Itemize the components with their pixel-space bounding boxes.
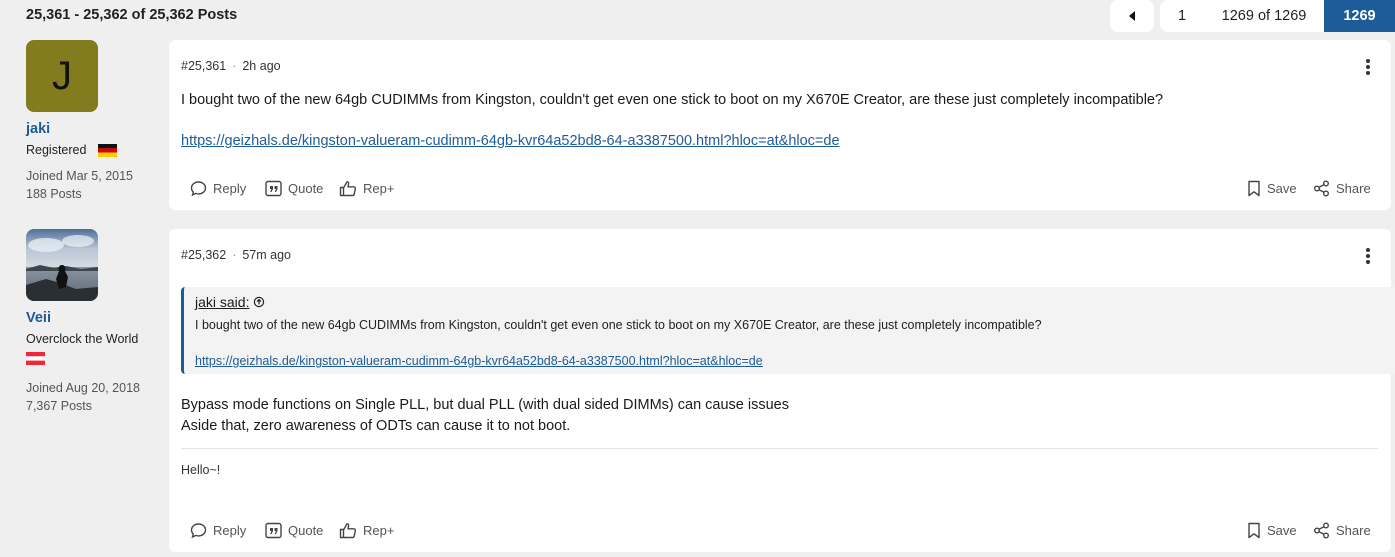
post-body: I bought two of the new 64gb CUDIMMs fro…: [181, 92, 1164, 108]
quote-author-link[interactable]: jaki said:: [195, 294, 265, 310]
avatar-letter: J: [52, 53, 72, 98]
quote-link[interactable]: https://geizhals.de/kingston-valueram-cu…: [195, 354, 763, 368]
thumbs-up-icon: [339, 181, 357, 197]
author-title-row: Registered: [26, 143, 133, 157]
bookmark-icon: [1248, 522, 1260, 539]
share-icon: [1314, 522, 1329, 539]
bookmark-icon: [1248, 180, 1260, 197]
author-joined: Joined Mar 5, 2015: [26, 169, 134, 183]
caret-left-icon: [1129, 11, 1135, 21]
save-button[interactable]: Save: [1247, 522, 1297, 539]
author-title: Registered: [26, 143, 87, 157]
share-icon: [1314, 180, 1329, 197]
post-card: #25,362 · 57m ago jaki said: I bought two …: [169, 229, 1395, 552]
reply-icon: [190, 523, 207, 539]
signature-divider: [181, 448, 1378, 449]
reply-icon: [190, 181, 207, 197]
save-button[interactable]: Save: [1247, 180, 1297, 197]
post-card: #25,361 · 2h ago I bought two of the new 6…: [169, 40, 1391, 210]
post-meta: #25,361 · 2h ago: [181, 59, 281, 73]
post-link[interactable]: https://geizhals.de/kingston-valueram-cu…: [181, 131, 840, 152]
post-actions: Reply Quote Rep+ Save Share: [169, 522, 1391, 542]
quote-label: Quote: [288, 523, 324, 538]
post-number[interactable]: #25,361: [181, 59, 226, 73]
rep-button[interactable]: Rep+: [339, 180, 394, 197]
reply-button[interactable]: Reply: [190, 180, 246, 197]
avatar[interactable]: J: [26, 40, 98, 112]
share-label: Share: [1336, 523, 1371, 538]
quote-icon: [265, 522, 282, 539]
post-author-sidebar: J jaki Registered Joined Mar 5, 2015 188…: [26, 40, 133, 203]
author-title-row: Overclock the World: [26, 332, 140, 346]
more-options-icon[interactable]: [1366, 59, 1370, 75]
germany-flag-icon: [98, 143, 118, 157]
signature: Hello~!: [181, 463, 221, 477]
save-label: Save: [1267, 181, 1297, 196]
author-post-count: 188 Posts: [26, 187, 82, 201]
post-meta: #25,362 · 57m ago: [181, 248, 292, 262]
quote-icon: [265, 180, 282, 197]
post-number[interactable]: #25,362: [181, 248, 226, 262]
share-label: Share: [1336, 181, 1371, 196]
quote-author: jaki said:: [195, 294, 250, 310]
reply-button[interactable]: Reply: [190, 522, 246, 539]
quote-text: I bought two of the new 64gb CUDIMMs fro…: [195, 318, 1042, 332]
quote-button[interactable]: Quote: [265, 522, 323, 539]
posts-count: 25,361 - 25,362 of 25,362 Posts: [26, 7, 238, 23]
author-joined: Joined Aug 20, 2018: [26, 381, 140, 395]
rep-label: Rep+: [363, 181, 395, 196]
author-post-count: 7,367 Posts: [26, 399, 93, 413]
post-author-sidebar: Veii Overclock the World Joined Aug 20, …: [26, 229, 140, 415]
first-page-button[interactable]: 1: [1160, 0, 1204, 32]
author-title: Overclock the World: [26, 332, 139, 346]
author-name[interactable]: Veii: [26, 310, 140, 326]
thumbs-up-icon: [339, 523, 357, 539]
reply-label: Reply: [213, 523, 247, 538]
quote-block: jaki said: I bought two of the new 64gb …: [181, 287, 1395, 374]
save-label: Save: [1267, 523, 1297, 538]
post-body-line-2: Aside that, zero awareness of ODTs can c…: [181, 418, 571, 434]
more-options-icon[interactable]: [1366, 248, 1370, 264]
avatar-photo: [26, 229, 98, 301]
author-name[interactable]: jaki: [26, 121, 133, 137]
avatar[interactable]: [26, 229, 98, 301]
rep-button[interactable]: Rep+: [339, 522, 394, 539]
austria-flag-icon: [26, 352, 45, 365]
rep-label: Rep+: [363, 523, 395, 538]
share-button[interactable]: Share: [1313, 180, 1371, 197]
arrow-up-circle-icon: [254, 296, 265, 308]
post-time: 2h ago: [242, 59, 281, 73]
share-button[interactable]: Share: [1313, 522, 1371, 539]
page-of-indicator[interactable]: 1269 of 1269: [1204, 0, 1324, 32]
post-time: 57m ago: [242, 248, 292, 262]
author-flag-row: [26, 352, 140, 365]
post-actions: Reply Quote Rep+ Save Share: [169, 180, 1391, 200]
quote-label: Quote: [288, 181, 324, 196]
quote-button[interactable]: Quote: [265, 180, 323, 197]
prev-page-button[interactable]: [1110, 0, 1154, 32]
current-page-button[interactable]: 1269: [1324, 0, 1395, 32]
post-body-line-1: Bypass mode functions on Single PLL, but…: [181, 397, 789, 413]
topbar: 25,361 - 25,362 of 25,362 Posts 1 1269 o…: [0, 0, 1395, 32]
reply-label: Reply: [213, 181, 247, 196]
